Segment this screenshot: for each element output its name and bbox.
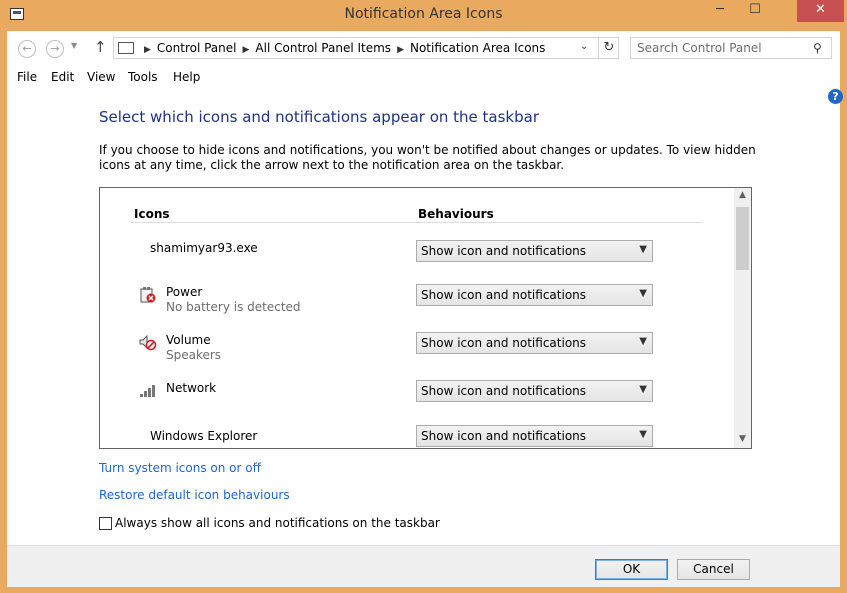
list-item: Network Show icon and notifications ▼ bbox=[100, 380, 730, 424]
list-item: Power No battery is detected Show icon a… bbox=[100, 284, 730, 328]
row-name: Power bbox=[166, 285, 203, 299]
row-subtitle: No battery is detected bbox=[166, 300, 301, 314]
behaviour-value: Show icon and notifications bbox=[421, 244, 587, 258]
behaviour-value: Show icon and notifications bbox=[421, 384, 587, 398]
scrollbar-thumb[interactable] bbox=[736, 207, 749, 270]
minimize-button[interactable]: ─ bbox=[704, 0, 736, 22]
behaviour-select[interactable]: Show icon and notifications ▼ bbox=[416, 425, 653, 447]
restore-defaults-link[interactable]: Restore default icon behaviours bbox=[99, 488, 290, 502]
row-name: Network bbox=[166, 381, 217, 395]
page-description: If you choose to hide icons and notifica… bbox=[99, 143, 756, 172]
chevron-down-icon: ▼ bbox=[639, 244, 647, 255]
forward-button[interactable]: → bbox=[46, 40, 64, 58]
chevron-down-icon: ▼ bbox=[639, 384, 647, 395]
dialog-button-bar: OK Cancel bbox=[7, 545, 840, 587]
recent-locations-dropdown[interactable]: ▼ bbox=[71, 41, 77, 50]
header-divider bbox=[131, 222, 703, 223]
menu-edit[interactable]: Edit bbox=[51, 70, 74, 84]
row-name: Volume bbox=[166, 333, 211, 347]
chevron-down-icon: ▼ bbox=[639, 288, 647, 299]
breadcrumb-separator[interactable]: ▶ bbox=[397, 45, 404, 55]
breadcrumb-separator[interactable]: ▶ bbox=[243, 45, 250, 55]
behaviour-select[interactable]: Show icon and notifications ▼ bbox=[416, 332, 653, 354]
refresh-icon[interactable]: ↻ bbox=[598, 38, 619, 58]
behaviour-value: Show icon and notifications bbox=[421, 336, 587, 350]
cancel-button[interactable]: Cancel bbox=[677, 559, 750, 580]
power-plug-icon bbox=[139, 286, 157, 304]
scroll-down-arrow-icon[interactable]: ▼ bbox=[734, 434, 751, 444]
address-dropdown-icon[interactable]: ⌄ bbox=[580, 41, 588, 52]
page-title: Select which icons and notifications app… bbox=[99, 108, 539, 126]
breadcrumb: ▶ Control Panel ▶ All Control Panel Items ▶ N… bbox=[138, 41, 545, 55]
search-icon[interactable]: ⚲ bbox=[813, 41, 822, 55]
search-box[interactable]: ⚲ bbox=[630, 37, 832, 59]
breadcrumb-control-panel[interactable]: Control Panel bbox=[157, 41, 237, 55]
row-name: Windows Explorer bbox=[150, 429, 258, 443]
breadcrumb-separator[interactable]: ▶ bbox=[144, 45, 151, 55]
menu-bar: File Edit View Tools Help bbox=[7, 67, 840, 89]
network-signal-icon bbox=[139, 382, 157, 400]
ok-button[interactable]: OK bbox=[595, 559, 668, 580]
behaviour-value: Show icon and notifications bbox=[421, 288, 587, 302]
menu-view[interactable]: View bbox=[87, 70, 115, 84]
behaviour-value: Show icon and notifications bbox=[421, 429, 587, 443]
notification-icons-list: Icons Behaviours shamimyar93.exe Show ic… bbox=[99, 187, 752, 449]
vertical-scrollbar[interactable]: ▲ ▼ bbox=[734, 188, 751, 448]
menu-tools[interactable]: Tools bbox=[128, 70, 158, 84]
close-button[interactable]: ✕ bbox=[797, 0, 844, 22]
always-show-label[interactable]: Always show all icons and notifications … bbox=[115, 516, 440, 530]
column-header-icons: Icons bbox=[134, 207, 170, 221]
row-name: shamimyar93.exe bbox=[150, 241, 258, 255]
up-button[interactable]: ↑ bbox=[94, 38, 107, 56]
list-item: Volume Speakers Show icon and notificati… bbox=[100, 332, 730, 376]
chevron-down-icon: ▼ bbox=[639, 429, 647, 440]
menu-help[interactable]: Help bbox=[173, 70, 200, 84]
chevron-down-icon: ▼ bbox=[639, 336, 647, 347]
behaviour-select[interactable]: Show icon and notifications ▼ bbox=[416, 380, 653, 402]
list-item: Windows Explorer Show icon and notificat… bbox=[100, 425, 730, 448]
row-subtitle: Speakers bbox=[166, 348, 222, 362]
back-button[interactable]: ← bbox=[18, 40, 36, 58]
behaviour-select[interactable]: Show icon and notifications ▼ bbox=[416, 284, 653, 306]
control-panel-icon bbox=[118, 42, 134, 54]
scroll-up-arrow-icon[interactable]: ▲ bbox=[734, 190, 751, 200]
breadcrumb-all-items[interactable]: All Control Panel Items bbox=[255, 41, 391, 55]
menu-file[interactable]: File bbox=[17, 70, 37, 84]
address-toolbar: ← → ▼ ↑ ▶ Control Panel ▶ All Control Panel… bbox=[7, 31, 840, 65]
address-bar[interactable]: ▶ Control Panel ▶ All Control Panel Items ▶ N… bbox=[113, 37, 619, 59]
turn-system-icons-link[interactable]: Turn system icons on or off bbox=[99, 461, 261, 475]
column-header-behaviours: Behaviours bbox=[418, 207, 494, 221]
window-frame: Notification Area Icons ─ ☐ ✕ ← → ▼ ↑ ▶ C… bbox=[0, 0, 847, 593]
search-input[interactable] bbox=[637, 40, 807, 56]
breadcrumb-notification-area-icons[interactable]: Notification Area Icons bbox=[410, 41, 545, 55]
always-show-checkbox[interactable] bbox=[99, 517, 112, 530]
window-client-area: ← → ▼ ↑ ▶ Control Panel ▶ All Control Panel… bbox=[7, 31, 843, 587]
maximize-button[interactable]: ☐ bbox=[739, 0, 771, 22]
list-item: shamimyar93.exe Show icon and notificati… bbox=[100, 240, 730, 284]
speaker-muted-icon bbox=[139, 334, 157, 352]
behaviour-select[interactable]: Show icon and notifications ▼ bbox=[416, 240, 653, 262]
title-bar[interactable]: Notification Area Icons ─ ☐ ✕ bbox=[0, 0, 847, 30]
help-icon[interactable]: ? bbox=[828, 89, 843, 104]
